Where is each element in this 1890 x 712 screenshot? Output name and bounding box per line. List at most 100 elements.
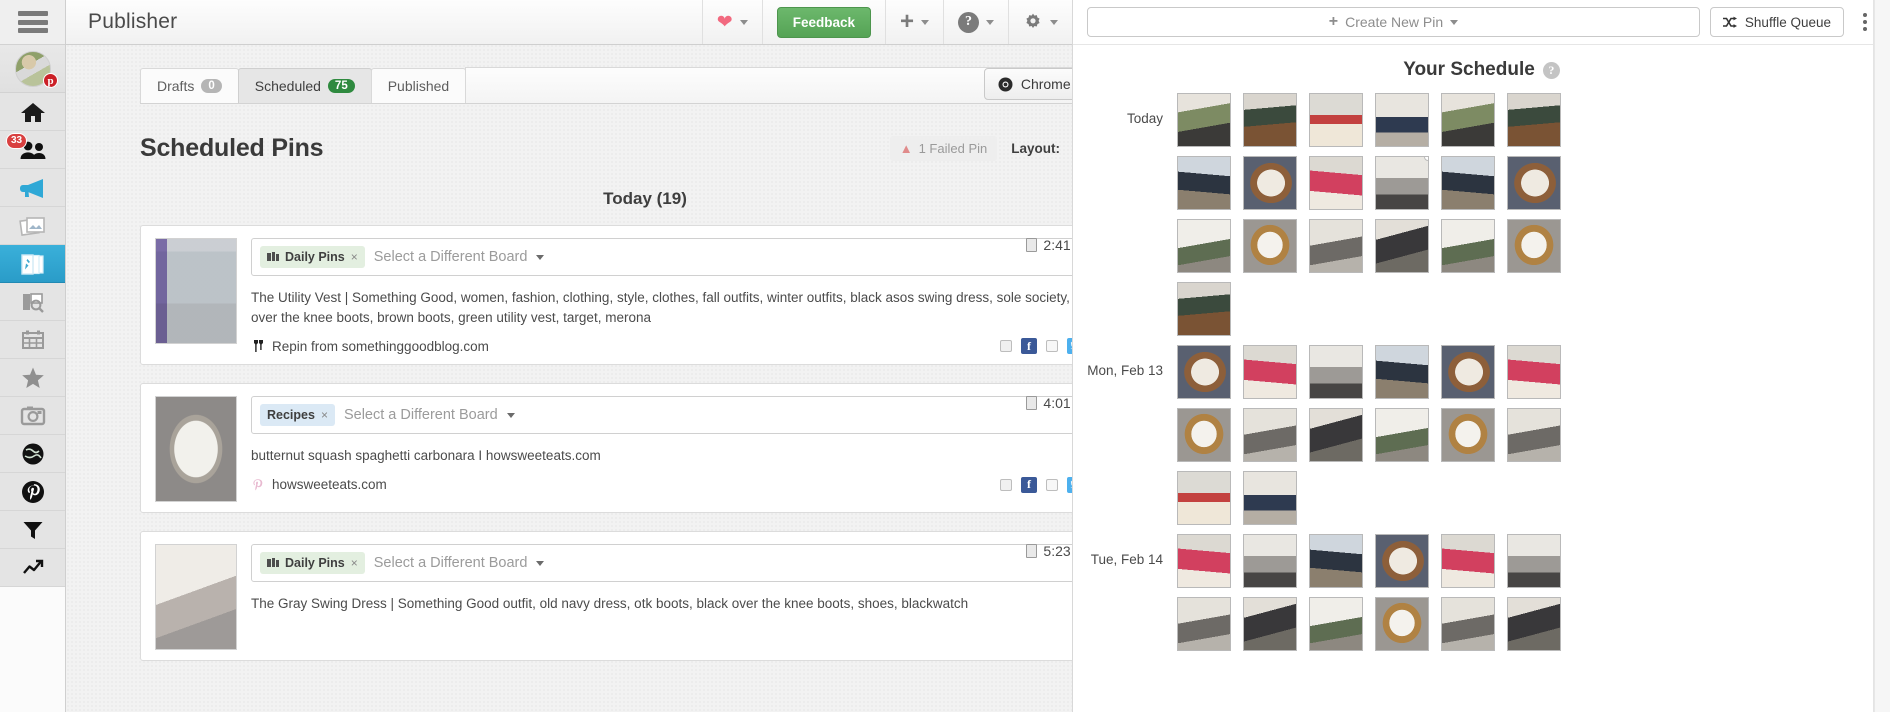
schedule-thumbnail[interactable]: [1309, 345, 1363, 399]
schedule-thumbnail[interactable]: [1441, 156, 1495, 210]
schedule-thumbnail[interactable]: [1375, 219, 1429, 273]
facebook-icon[interactable]: f: [1021, 338, 1037, 355]
board-selector[interactable]: Daily Pins × Select a Different Board: [251, 238, 1072, 276]
schedule-thumbnail[interactable]: [1177, 471, 1231, 525]
schedule-thumbnail[interactable]: [1309, 156, 1363, 210]
pin-thumbnail[interactable]: [155, 396, 237, 503]
pin-thumbnail[interactable]: [155, 238, 237, 344]
schedule-thumbnail[interactable]: [1243, 408, 1297, 462]
tab-published[interactable]: Published: [370, 68, 467, 103]
remove-board-icon[interactable]: ×: [321, 408, 328, 422]
schedule-thumbnail[interactable]: [1375, 534, 1429, 588]
schedule-thumbnail[interactable]: [1507, 156, 1561, 210]
pin-card[interactable]: Daily Pins × Select a Different Board Th…: [140, 225, 1072, 366]
schedule-thumbnail[interactable]: [1507, 408, 1561, 462]
sidebar-item-home[interactable]: [0, 93, 65, 131]
schedule-thumbnail[interactable]: [1177, 597, 1231, 651]
schedule-thumbnail[interactable]: [1309, 408, 1363, 462]
sidebar-item-instagram[interactable]: [0, 397, 65, 435]
schedule-thumbnail[interactable]: [1375, 597, 1429, 651]
schedule-thumbnail[interactable]: [1441, 345, 1495, 399]
schedule-thumbnail[interactable]: [1441, 597, 1495, 651]
schedule-thumbnail[interactable]: [1309, 534, 1363, 588]
feedback-button[interactable]: Feedback: [776, 6, 871, 38]
sidebar-item-globe[interactable]: [0, 435, 65, 473]
shuffle-queue-button[interactable]: Shuffle Queue: [1709, 7, 1844, 37]
schedule-thumbnail[interactable]: [1375, 408, 1429, 462]
failed-pin-badge[interactable]: ▲ 1 Failed Pin: [889, 136, 998, 161]
schedule-thumbnail[interactable]: [1507, 219, 1561, 273]
schedule-thumbnail[interactable]: [1507, 534, 1561, 588]
board-chip[interactable]: Recipes ×: [260, 404, 335, 427]
hamburger-menu-icon[interactable]: [0, 0, 65, 45]
sidebar-item-favorites[interactable]: [0, 359, 65, 397]
schedule-thumbnail[interactable]: [1177, 345, 1231, 399]
sidebar-item-analytics[interactable]: [0, 549, 65, 587]
schedule-thumbnail[interactable]: [1375, 345, 1429, 399]
schedule-thumbnail[interactable]: [1177, 156, 1231, 210]
sidebar-item-photos[interactable]: [0, 207, 65, 245]
pin-card[interactable]: Recipes × Select a Different Board butte…: [140, 383, 1072, 514]
twitter-checkbox[interactable]: [1046, 340, 1058, 353]
board-selector[interactable]: Recipes × Select a Different Board: [251, 396, 1072, 435]
schedule-thumbnail[interactable]: [1243, 471, 1297, 525]
chrome-extension-button[interactable]: Chrome Extension: [983, 68, 1072, 100]
board-selector[interactable]: Daily Pins × Select a Different Board: [251, 544, 1072, 583]
schedule-thumbnail[interactable]: [1441, 534, 1495, 588]
chevron-down-icon[interactable]: [536, 560, 545, 566]
pin-card[interactable]: Daily Pins × Select a Different Board Th…: [140, 531, 1072, 662]
schedule-thumbnail[interactable]: [1243, 345, 1297, 399]
add-menu[interactable]: +: [884, 0, 943, 44]
schedule-thumbnail[interactable]: [1243, 597, 1297, 651]
sidebar-item-megaphone[interactable]: [0, 169, 65, 207]
pin-thumbnail[interactable]: [155, 544, 237, 651]
schedule-thumbnail[interactable]: [1507, 597, 1561, 651]
board-chip[interactable]: Daily Pins ×: [260, 246, 365, 268]
schedule-thumbnail[interactable]: [1375, 156, 1429, 210]
remove-board-icon[interactable]: ×: [351, 250, 358, 264]
chevron-down-icon[interactable]: [536, 254, 545, 260]
schedule-thumbnail[interactable]: [1243, 93, 1297, 147]
schedule-thumbnail[interactable]: [1177, 93, 1231, 147]
schedule-thumbnail[interactable]: [1309, 93, 1363, 147]
twitter-checkbox[interactable]: [1046, 478, 1058, 491]
facebook-icon[interactable]: f: [1021, 476, 1037, 493]
page-scrollbar[interactable]: [1874, 0, 1890, 712]
question-mark-icon[interactable]: ?: [1542, 61, 1560, 79]
avatar[interactable]: p: [0, 45, 65, 93]
help-menu[interactable]: ?: [943, 0, 1008, 44]
favorites-menu[interactable]: ❤: [701, 0, 762, 44]
tab-drafts[interactable]: Drafts 0: [140, 68, 239, 103]
schedule-thumbnail[interactable]: [1177, 282, 1231, 336]
schedule-thumbnail[interactable]: [1309, 597, 1363, 651]
facebook-checkbox[interactable]: [1000, 340, 1012, 353]
schedule-thumbnail[interactable]: [1243, 156, 1297, 210]
schedule-thumbnail[interactable]: [1507, 345, 1561, 399]
sidebar-item-community[interactable]: 33: [0, 131, 65, 169]
schedule-thumbnail[interactable]: [1177, 219, 1231, 273]
schedule-thumbnail[interactable]: [1309, 219, 1363, 273]
sidebar-item-calendar[interactable]: [0, 321, 65, 359]
settings-menu[interactable]: [1008, 0, 1072, 44]
sidebar-item-insights[interactable]: [0, 283, 65, 321]
schedule-thumbnail[interactable]: [1441, 219, 1495, 273]
schedule-thumbnail[interactable]: [1441, 93, 1495, 147]
schedule-thumbnail[interactable]: [1177, 534, 1231, 588]
tab-scheduled[interactable]: Scheduled 75: [237, 68, 372, 103]
chevron-down-icon[interactable]: [506, 412, 515, 418]
facebook-checkbox[interactable]: [1000, 478, 1012, 491]
schedule-thumbnail[interactable]: [1243, 534, 1297, 588]
sidebar-item-publisher[interactable]: [0, 245, 65, 283]
schedule-thumbnail[interactable]: [1177, 408, 1231, 462]
create-new-pin-button[interactable]: + Create New Pin: [1087, 7, 1700, 37]
schedule-row: [1073, 282, 1868, 336]
feedback-cell[interactable]: Feedback: [761, 0, 885, 44]
sidebar-item-pinterest[interactable]: [0, 473, 65, 511]
sidebar-item-filter[interactable]: [0, 511, 65, 549]
remove-board-icon[interactable]: ×: [351, 556, 358, 570]
board-chip[interactable]: Daily Pins ×: [260, 552, 365, 575]
schedule-thumbnail[interactable]: [1375, 93, 1429, 147]
schedule-thumbnail[interactable]: [1243, 219, 1297, 273]
schedule-thumbnail[interactable]: [1507, 93, 1561, 147]
schedule-thumbnail[interactable]: [1441, 408, 1495, 462]
